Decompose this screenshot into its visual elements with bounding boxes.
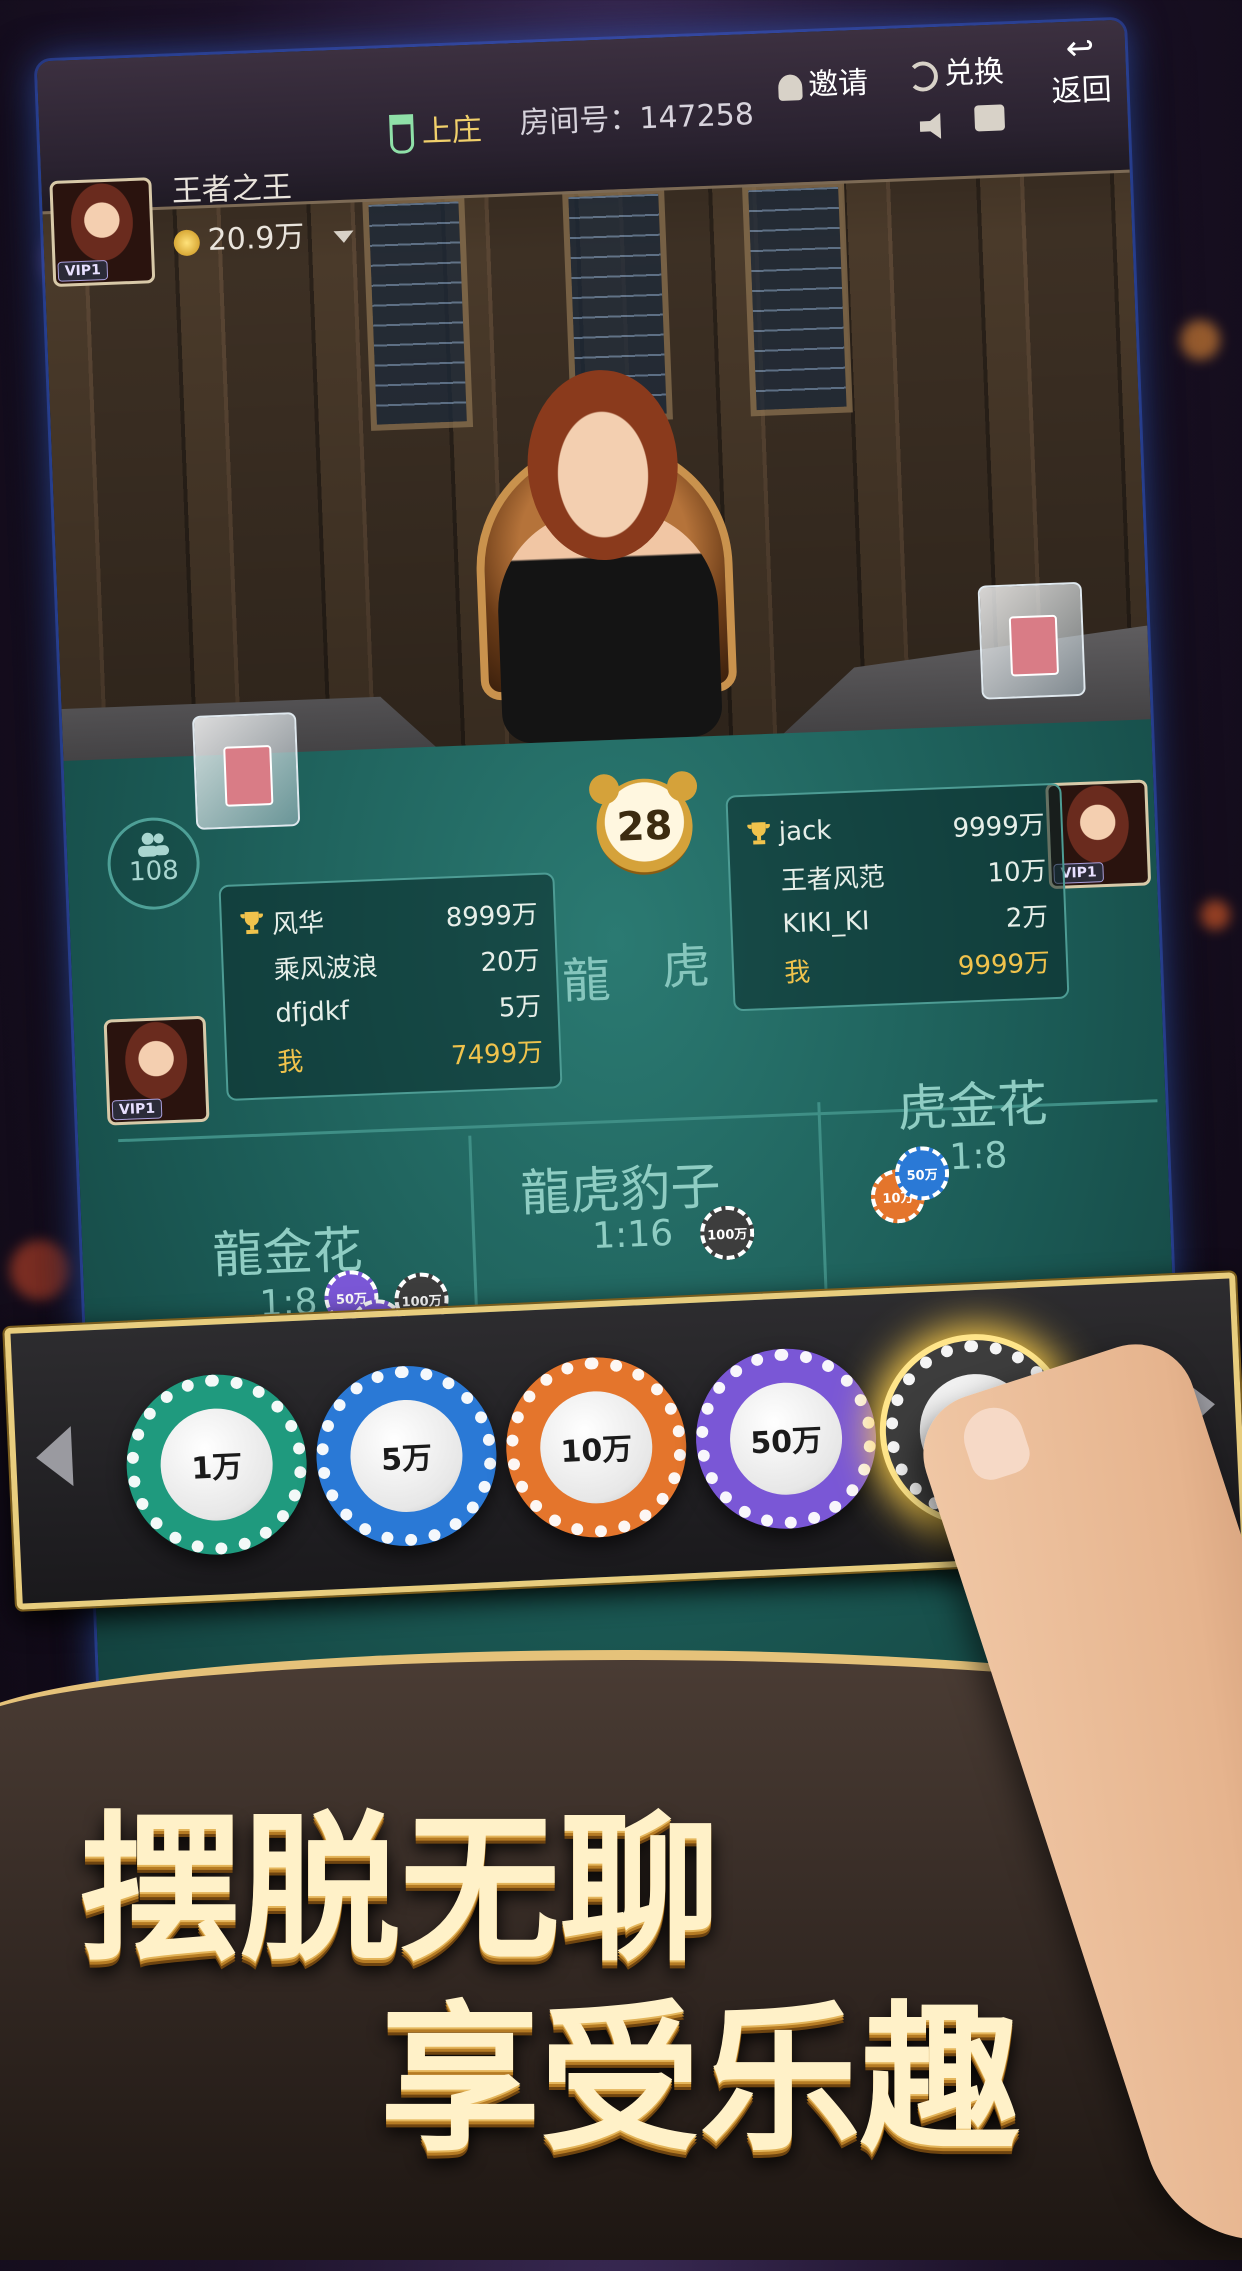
dragon-label: 龍 (561, 952, 612, 1010)
back-button[interactable]: ↩ 返回 (1044, 27, 1117, 111)
exchange-button[interactable]: 兑换 (907, 46, 1005, 94)
card-shoe-right (977, 581, 1086, 700)
leaderboard-player: 乘风波浪 (239, 946, 378, 988)
vip-badge: VIP1 (111, 1098, 163, 1121)
player-name: dfjdkf (274, 996, 350, 1030)
invite-button[interactable]: 邀请 (777, 58, 869, 105)
chip-3[interactable]: 50万 (692, 1344, 881, 1533)
timer-value: 28 (615, 802, 674, 851)
leaderboard-player: jack (744, 816, 832, 849)
coin-amount: 20.9万 (207, 219, 306, 259)
bet-amount: 10万 (986, 855, 1048, 889)
bet-amount: 7499万 (450, 1037, 544, 1071)
leaderboard-player: KIKI_KI (748, 906, 870, 941)
card (223, 744, 274, 807)
bet-amount: 5万 (498, 991, 542, 1023)
zone-odds: 1:8 (948, 1135, 1009, 1179)
player-name: 王者之王 (171, 169, 293, 210)
player-name: 我 (783, 956, 811, 988)
bet-amount: 9999万 (957, 947, 1051, 982)
room-window (741, 180, 853, 417)
chat-icon[interactable] (974, 104, 1006, 132)
coin-balance[interactable]: 20.9万 (173, 209, 355, 260)
back-label: 返回 (1050, 72, 1113, 110)
exchange-label: 兑换 (943, 54, 1005, 92)
tiger-label: 虎 (660, 938, 712, 997)
slogan-line-2: 享受乐趣 (380, 1986, 1021, 2173)
chip-0[interactable]: 1万 (122, 1370, 311, 1559)
leaderboard-player: 王者风范 (746, 856, 885, 898)
goblet-icon (389, 114, 415, 154)
invite-label: 邀请 (807, 65, 869, 103)
bokeh-light (1200, 900, 1230, 930)
dragon-leaderboard: 风华 8999万乘风波浪 20万 dfjdkf 5万我 7499万 (218, 872, 563, 1101)
add-user-icon (777, 73, 803, 101)
coin-icon (173, 228, 201, 256)
player-name: jack (778, 815, 832, 848)
player-name: KIKI_KI (781, 906, 871, 940)
refresh-icon (907, 60, 939, 92)
room-window (362, 195, 474, 431)
bet-amount: 8999万 (445, 899, 539, 933)
leaderboard-player: dfjdkf (241, 996, 350, 1030)
room-number: 房间号：147258 (518, 97, 755, 141)
banker-button[interactable]: 上庄 (389, 104, 483, 154)
chevron-left-icon[interactable] (34, 1426, 74, 1488)
chip-2[interactable]: 10万 (502, 1353, 691, 1542)
dropdown-arrow-icon[interactable] (333, 229, 355, 243)
bet-amount: 20万 (479, 945, 541, 978)
leaderboard-player: 我 (243, 1041, 304, 1080)
people-icon (138, 832, 170, 857)
fingernail (956, 1399, 1035, 1486)
bokeh-light (1180, 320, 1220, 360)
player-name: 王者风范 (780, 862, 886, 897)
vip-badge: VIP1 (57, 259, 109, 282)
leaderboard-player: 我 (749, 951, 811, 990)
player-name: 我 (276, 1046, 304, 1078)
player-name: 乘风波浪 (273, 951, 379, 986)
card-shoe-left (191, 712, 301, 830)
zone-title: 虎金花 (896, 1074, 1049, 1139)
card (1008, 614, 1060, 677)
back-arrow-icon: ↩ (1064, 27, 1096, 69)
zone-odds: 1:16 (591, 1212, 674, 1258)
bet-amount: 2万 (1005, 901, 1049, 934)
chip-1[interactable]: 5万 (312, 1361, 501, 1550)
online-count: 108 (128, 855, 180, 888)
bet-amount: 9999万 (952, 809, 1046, 844)
left-vip-avatar[interactable]: VIP1 (103, 1015, 210, 1126)
tiger-leaderboard: jack 9999万 王者风范 10万 KIKI_KI 2万我 9999万 (725, 782, 1070, 1012)
trophy-icon (744, 819, 773, 848)
alarm-bell-icon (588, 773, 620, 805)
leaderboard-player: 风华 (237, 902, 325, 942)
trophy-icon (237, 908, 266, 937)
zone-title: 龍虎豹子 (519, 1157, 722, 1223)
player-name: 风华 (271, 907, 325, 940)
bokeh-light (10, 1240, 70, 1300)
player-avatar[interactable]: VIP1 (49, 177, 156, 288)
banker-label: 上庄 (421, 112, 483, 150)
